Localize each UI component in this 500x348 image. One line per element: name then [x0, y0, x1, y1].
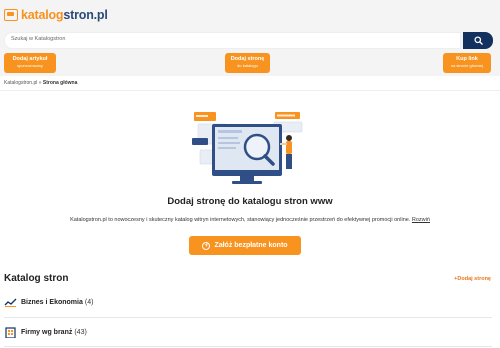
category-item[interactable]: Biznes i Ekonomia (4) [4, 297, 93, 307]
search-icon [473, 36, 483, 45]
read-more-link[interactable]: Rozwiń [412, 217, 430, 223]
hero-description-text: Katalogstron.pl to nowoczesny i skuteczn… [70, 217, 411, 223]
create-account-button[interactable]: + Załóż bezpłatne konto [189, 236, 301, 255]
breadcrumb: Katalogstron.pl » Strona główna [4, 80, 77, 86]
building-icon [5, 327, 16, 338]
add-article-button[interactable]: Dodaj artykuł sponsorowany [4, 53, 56, 73]
category-count: (43) [74, 329, 87, 336]
search-row: Szukaj w Katalogstron [0, 30, 500, 50]
search-input[interactable]: Szukaj w Katalogstron [4, 32, 461, 49]
trend-chart-icon [4, 298, 17, 307]
search-button[interactable] [463, 32, 493, 49]
catalog-add-site-label: Dodaj stronę [457, 276, 491, 282]
search-placeholder: Szukaj w Katalogstron [11, 36, 66, 42]
category-name: Biznes i Ekonomia [21, 298, 83, 306]
hero-illustration [192, 112, 303, 184]
page: katalog stron.pl Szukaj w Katalogstron Do… [0, 0, 500, 348]
hero-description: Katalogstron.pl to nowoczesny i skuteczn… [0, 217, 500, 223]
folder-logo-icon [4, 9, 18, 21]
plus-circle-icon: + [202, 241, 211, 250]
add-site-button[interactable]: Dodaj stronę do katalogu [225, 53, 270, 73]
category-divider [4, 346, 492, 347]
site-logo[interactable]: katalog stron.pl [4, 8, 108, 22]
top-bar: katalog stron.pl [0, 0, 500, 30]
action-buttons-row: Dodaj artykuł sponsorowany Dodaj stronę … [0, 50, 500, 76]
buy-link-title: Kup link [456, 56, 478, 62]
add-site-subtitle: do katalogu [237, 63, 258, 68]
buy-link-button[interactable]: Kup link na stronie głównej [443, 53, 491, 73]
divider [0, 90, 500, 91]
category-name: Firmy wg branż [21, 329, 73, 336]
breadcrumb-root[interactable]: Katalogstron.pl [4, 80, 37, 86]
catalog-add-site-link[interactable]: +Dodaj stronę [454, 276, 491, 282]
breadcrumb-current: Strona główna [42, 80, 78, 86]
add-article-title: Dodaj artykuł [12, 56, 48, 62]
category-count: (4) [84, 298, 94, 306]
create-account-label: Załóż bezpłatne konto [214, 242, 288, 249]
logo-text-primary: katalog [21, 8, 64, 22]
hero-title: Dodaj stronę do katalogu stron www [167, 196, 333, 207]
catalog-title: Katalog stron [4, 273, 69, 284]
add-site-title: Dodaj stronę [230, 56, 265, 62]
category-item[interactable]: Firmy wg branż (43) [4, 327, 87, 338]
buy-link-subtitle: na stronie głównej [450, 63, 484, 68]
add-article-subtitle: sponsorowany [17, 63, 43, 68]
breadcrumb-separator: » [38, 80, 42, 86]
category-divider [4, 317, 492, 318]
logo-text-secondary: stron.pl [63, 8, 108, 22]
